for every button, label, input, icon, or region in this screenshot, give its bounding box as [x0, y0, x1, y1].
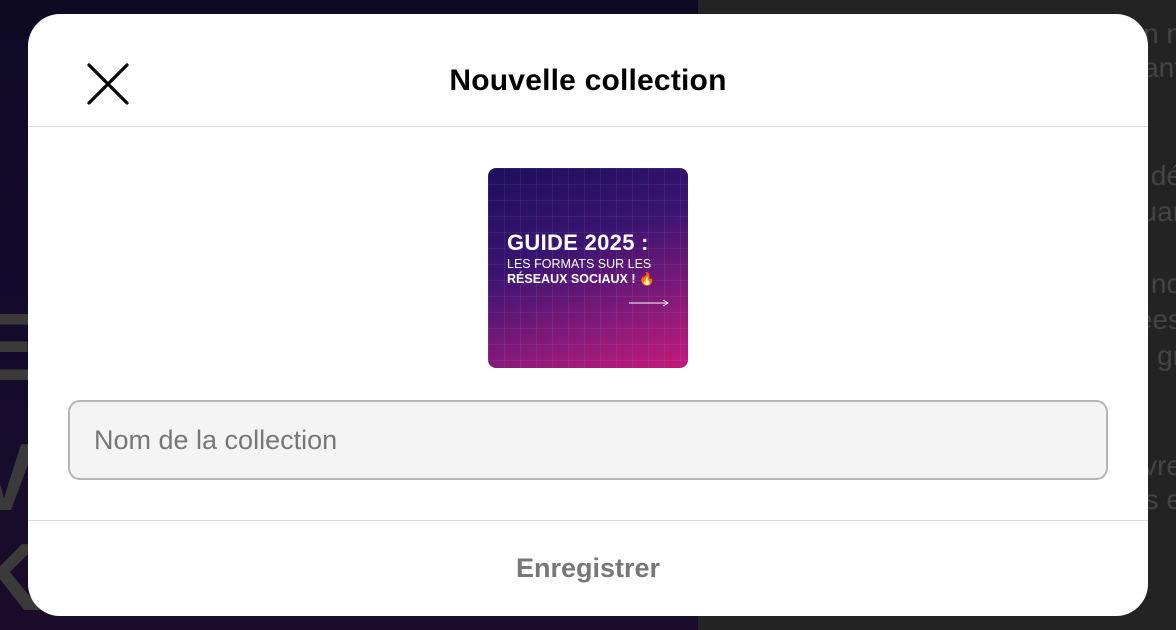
background-text: gr	[1157, 340, 1176, 371]
dialog-title: Nouvelle collection	[449, 64, 727, 97]
background-text: ant	[1143, 52, 1176, 83]
thumbnail-subline: LES FORMATS SUR LES	[507, 257, 652, 271]
save-button[interactable]: Enregistrer	[28, 521, 1148, 616]
background-text: dé	[1150, 160, 1176, 191]
thumbnail-headline: GUIDE 2025 :	[507, 230, 649, 255]
thumbnail-subline-bold: RÉSEAUX SOCIAUX ! 🔥	[507, 272, 655, 286]
background-text: n n	[1143, 18, 1176, 49]
background-text: vre	[1143, 450, 1176, 481]
new-collection-dialog: Nouvelle collection GUIDE 2025 : LES FOR…	[28, 14, 1148, 616]
background-text: s e	[1144, 484, 1176, 515]
collection-name-input[interactable]	[68, 400, 1108, 480]
background-text: no	[1150, 268, 1176, 299]
dialog-header: Nouvelle collection	[28, 14, 1148, 127]
arrow-right-icon	[629, 299, 669, 307]
collection-cover-thumbnail: GUIDE 2025 : LES FORMATS SUR LES RÉSEAUX…	[488, 168, 688, 368]
